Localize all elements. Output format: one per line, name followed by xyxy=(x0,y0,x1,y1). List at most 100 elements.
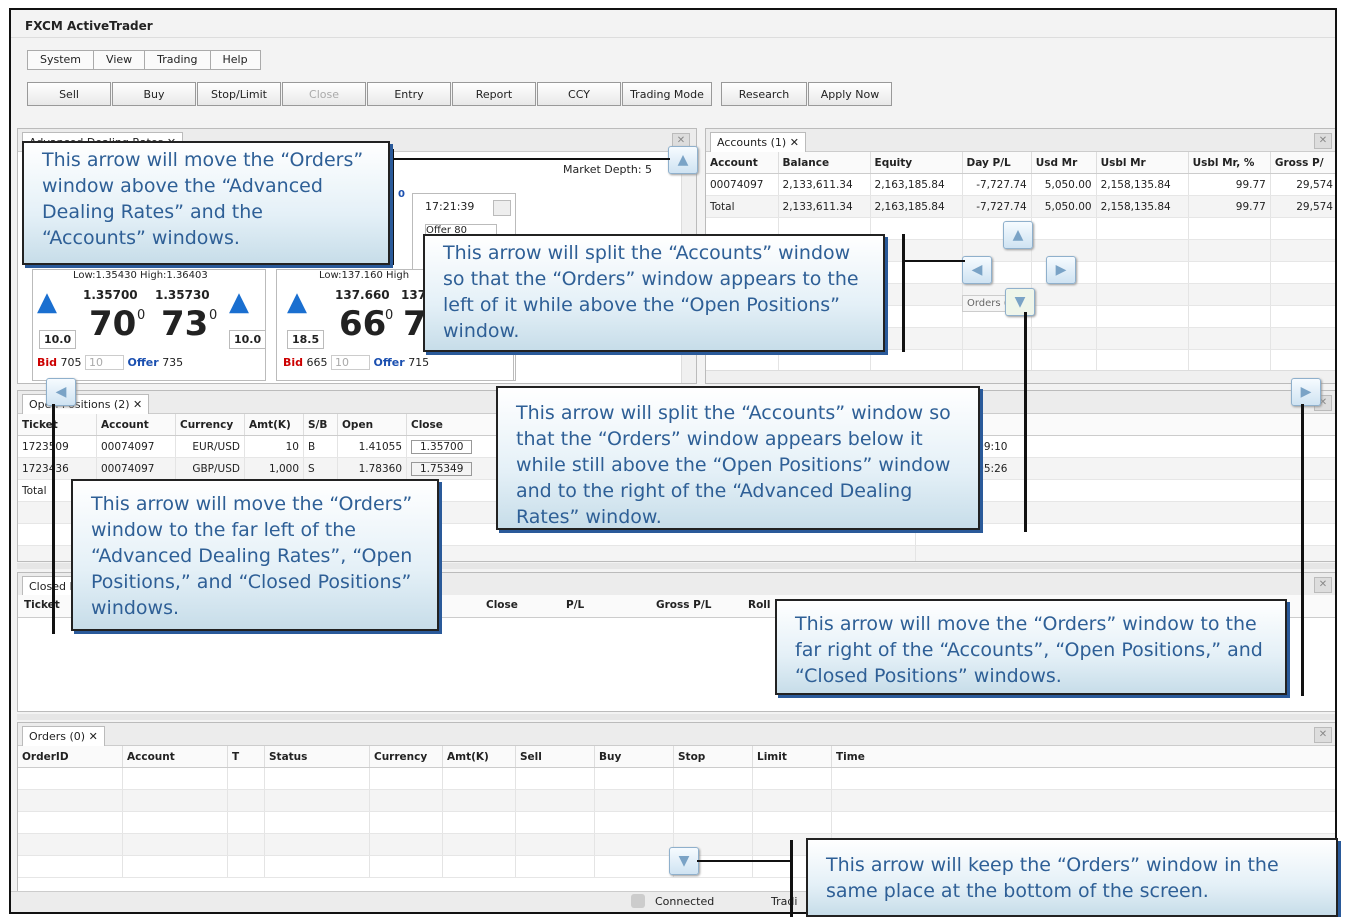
menu-help[interactable]: Help xyxy=(209,50,261,70)
close-rate-button[interactable]: 1.75349 xyxy=(411,461,473,476)
connector-line xyxy=(902,234,905,352)
dock-split-right-arrow-icon[interactable]: ▶ xyxy=(1046,256,1076,284)
column-header[interactable]: Usbl Mr, % xyxy=(1188,152,1271,174)
sell-big-price[interactable]: 66 xyxy=(339,304,386,344)
close-rate-button[interactable]: 1.35700 xyxy=(411,439,473,454)
report-button[interactable]: Report xyxy=(452,82,536,106)
callout-far-left: This arrow will move the “Orders” window… xyxy=(71,479,439,631)
column-header[interactable]: Status xyxy=(264,746,370,768)
connector-line xyxy=(790,840,793,917)
entry-button[interactable]: Entry xyxy=(367,82,451,106)
bid-value[interactable]: 665 xyxy=(307,356,328,369)
dock-split-down-arrow-icon[interactable]: ▼ xyxy=(1005,288,1035,316)
menu-trading[interactable]: Trading xyxy=(144,50,211,70)
trading-mode-button[interactable]: Trading Mode xyxy=(622,82,712,106)
dock-top-arrow-icon[interactable]: ▲ xyxy=(668,146,698,174)
table-cell: Total xyxy=(706,195,779,218)
ccy-button[interactable]: CCY xyxy=(537,82,621,106)
right-amount: 10.0 xyxy=(229,330,267,349)
dock-split-up-arrow-icon[interactable]: ▲ xyxy=(1003,221,1033,249)
sell-big-price[interactable]: 70 xyxy=(89,304,136,344)
close-icon[interactable]: ✕ xyxy=(1314,133,1332,149)
column-header[interactable]: Currency xyxy=(369,746,443,768)
menu-bar: System View Trading Help xyxy=(27,50,261,70)
scrollbar[interactable] xyxy=(706,370,1335,383)
table-cell: 29,574 xyxy=(1270,195,1335,218)
tab-orders[interactable]: Orders (0) ✕ xyxy=(22,726,105,746)
offer-value[interactable]: 735 xyxy=(162,356,183,369)
column-header[interactable]: Sell xyxy=(515,746,595,768)
column-header[interactable]: Account xyxy=(706,152,779,174)
column-header[interactable]: OrderID xyxy=(18,746,123,768)
column-header[interactable]: Balance xyxy=(778,152,871,174)
lock-icon xyxy=(631,894,645,908)
tab-open-positions[interactable]: Open Positions (2) ✕ xyxy=(22,394,150,414)
dock-left-arrow-icon[interactable]: ◀ xyxy=(46,378,76,406)
toolbar: Sell Buy Stop/Limit Close Entry Report C… xyxy=(27,82,893,106)
column-header[interactable]: Buy xyxy=(594,746,674,768)
column-header[interactable]: Close xyxy=(486,599,518,611)
sup: 0 xyxy=(137,308,146,323)
table-cell: 5,050.00 xyxy=(1031,173,1097,196)
amount-select[interactable]: 10 xyxy=(331,355,371,370)
column-header[interactable]: Roll xyxy=(748,599,771,611)
close-button[interactable]: Close xyxy=(282,82,366,106)
close-icon[interactable]: ✕ xyxy=(1314,577,1332,593)
arrow-up-icon[interactable]: ▲ xyxy=(287,288,315,316)
research-button[interactable]: Research xyxy=(721,82,807,106)
buy-big-price[interactable]: 73 xyxy=(161,304,208,344)
column-header[interactable]: Account xyxy=(96,414,176,436)
spinner-icon[interactable] xyxy=(493,200,511,216)
table-row[interactable]: 00074097 2,133,611.34 2,163,185.84 -7,72… xyxy=(706,173,1335,196)
table-cell: 2,163,185.84 xyxy=(870,173,963,196)
table-cell: 00074097 xyxy=(706,173,779,196)
amount-select[interactable]: 10 xyxy=(85,355,125,370)
bid-value[interactable]: 705 xyxy=(61,356,82,369)
column-header[interactable]: Amt(K) xyxy=(244,414,304,436)
arrow-up-icon[interactable]: ▲ xyxy=(37,288,65,316)
column-header[interactable]: Limit xyxy=(752,746,832,768)
callout-orders-top: This arrow will move the “Orders” window… xyxy=(22,141,390,265)
dock-split-left-arrow-icon[interactable]: ◀ xyxy=(962,256,992,284)
column-header[interactable]: Gross P/ xyxy=(1270,152,1335,174)
menu-view[interactable]: View xyxy=(93,50,146,70)
lowhigh: Low:137.160 High xyxy=(319,270,410,281)
dock-bottom-arrow-icon[interactable]: ▼ xyxy=(669,847,699,875)
column-header[interactable]: Usbl Mr xyxy=(1096,152,1189,174)
column-header[interactable]: Day P/L xyxy=(962,152,1032,174)
table-cell: EUR/USD xyxy=(175,435,245,458)
connector-line xyxy=(905,260,965,262)
menu-system[interactable]: System xyxy=(27,50,95,70)
arrow-up-icon[interactable]: ▲ xyxy=(229,288,257,316)
app-title: FXCM ActiveTrader xyxy=(11,10,1335,38)
sell-button[interactable]: Sell xyxy=(27,82,111,106)
column-header[interactable]: Stop xyxy=(673,746,753,768)
column-header[interactable]: Ticket xyxy=(18,414,97,436)
column-header[interactable]: S/B xyxy=(303,414,338,436)
column-header[interactable]: P/L xyxy=(566,599,584,611)
table-cell: -7,727.74 xyxy=(962,173,1032,196)
column-header[interactable]: Amt(K) xyxy=(442,746,516,768)
apply-now-button[interactable]: Apply Now xyxy=(808,82,892,106)
tab-accounts[interactable]: Accounts (1) ✕ xyxy=(710,132,806,152)
column-header[interactable]: Time xyxy=(831,746,1335,768)
column-header[interactable]: Usd Mr xyxy=(1031,152,1097,174)
table-cell: 10 xyxy=(244,435,304,458)
left-amount: 10.0 xyxy=(39,330,77,349)
table-row[interactable]: Total 2,133,611.34 2,163,185.84 -7,727.7… xyxy=(706,195,1335,218)
column-header[interactable]: Gross P/L xyxy=(656,599,711,611)
column-header[interactable]: Equity xyxy=(870,152,963,174)
offer-value[interactable]: 715 xyxy=(408,356,429,369)
buy-button[interactable]: Buy xyxy=(112,82,196,106)
buy-quote: 1.35730 xyxy=(155,288,210,302)
splitter[interactable] xyxy=(17,714,1335,720)
column-header[interactable]: Account xyxy=(122,746,228,768)
stop-limit-button[interactable]: Stop/Limit xyxy=(197,82,281,106)
column-header[interactable]: T xyxy=(227,746,265,768)
column-header[interactable]: Open xyxy=(337,414,407,436)
close-icon[interactable]: ✕ xyxy=(1314,727,1332,743)
dock-right-arrow-icon[interactable]: ▶ xyxy=(1291,378,1321,406)
mid-value: 0 xyxy=(398,189,405,200)
bid-label: Bid xyxy=(37,356,58,369)
column-header[interactable]: Currency xyxy=(175,414,245,436)
